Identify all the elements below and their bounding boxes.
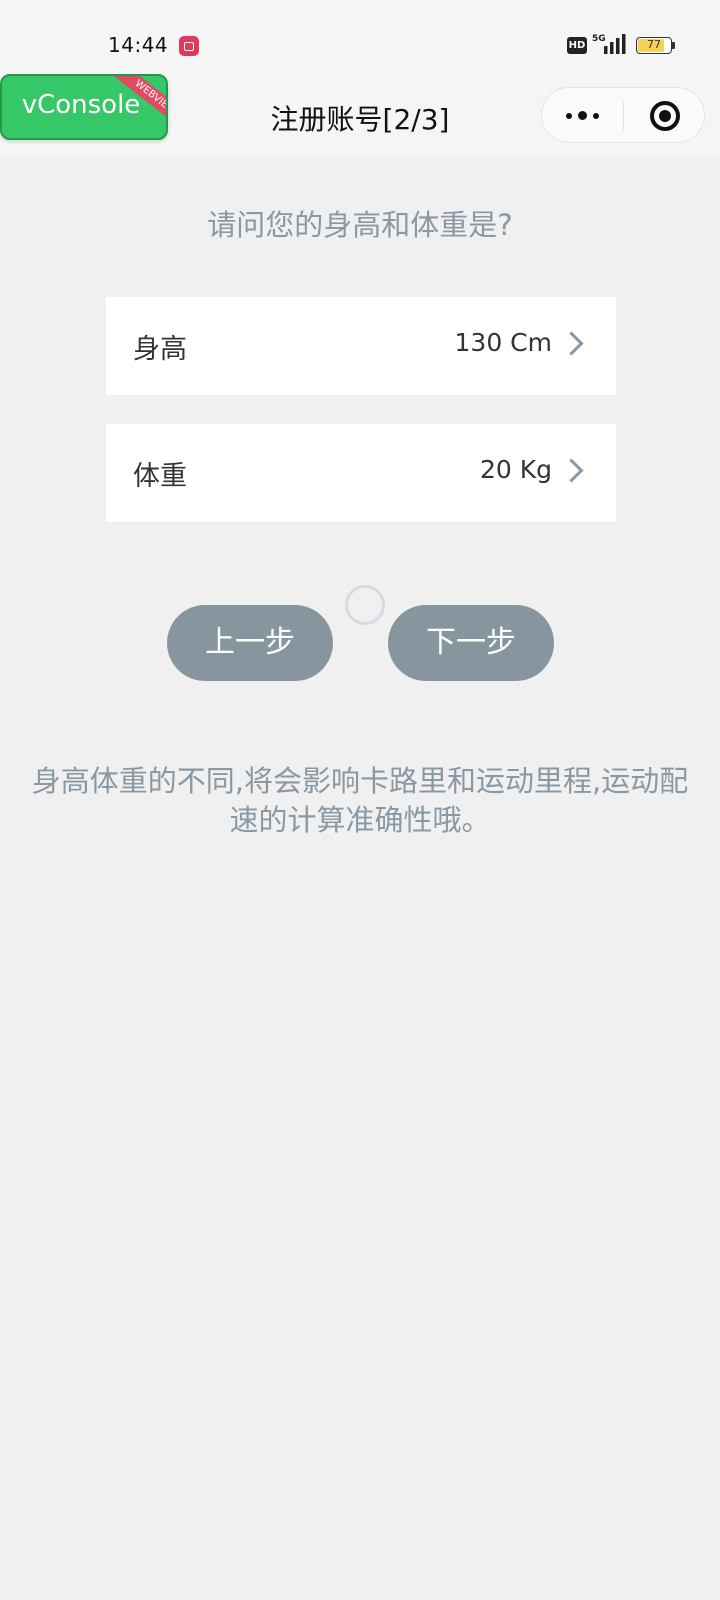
vconsole-button[interactable]: vConsole WEBVIEW — [0, 74, 168, 140]
screen-record-icon — [179, 36, 199, 56]
height-label: 身高 — [133, 334, 187, 365]
weight-row[interactable]: 体重 20 Kg — [106, 424, 616, 522]
signal-5g-icon: 5G — [592, 34, 626, 54]
prev-step-button[interactable]: 上一步 — [167, 605, 333, 681]
hint-text: 身高体重的不同,将会影响卡路里和运动里程,运动配速的计算准确性哦。 — [31, 764, 689, 837]
target-close-icon[interactable] — [624, 88, 706, 144]
battery-icon: 77 — [636, 37, 672, 54]
chevron-right-icon — [559, 331, 584, 356]
question-text: 请问您的身高和体重是? — [207, 208, 513, 242]
weight-value: 20 Kg — [479, 455, 552, 484]
mini-program-capsule — [541, 87, 705, 143]
network-label: 5G — [592, 34, 606, 44]
status-time: 14:44 — [108, 33, 169, 57]
weight-label: 体重 — [133, 461, 187, 492]
height-row[interactable]: 身高 130 Cm — [106, 297, 616, 395]
battery-level: 77 — [647, 38, 661, 51]
vconsole-label: vConsole — [21, 90, 141, 120]
height-value: 130 Cm — [454, 328, 552, 357]
more-dots-icon[interactable] — [542, 88, 624, 144]
chevron-right-icon — [559, 458, 584, 483]
next-step-button[interactable]: 下一步 — [388, 605, 554, 681]
hd-icon: HD — [567, 37, 587, 54]
loading-spinner-icon — [345, 585, 385, 625]
